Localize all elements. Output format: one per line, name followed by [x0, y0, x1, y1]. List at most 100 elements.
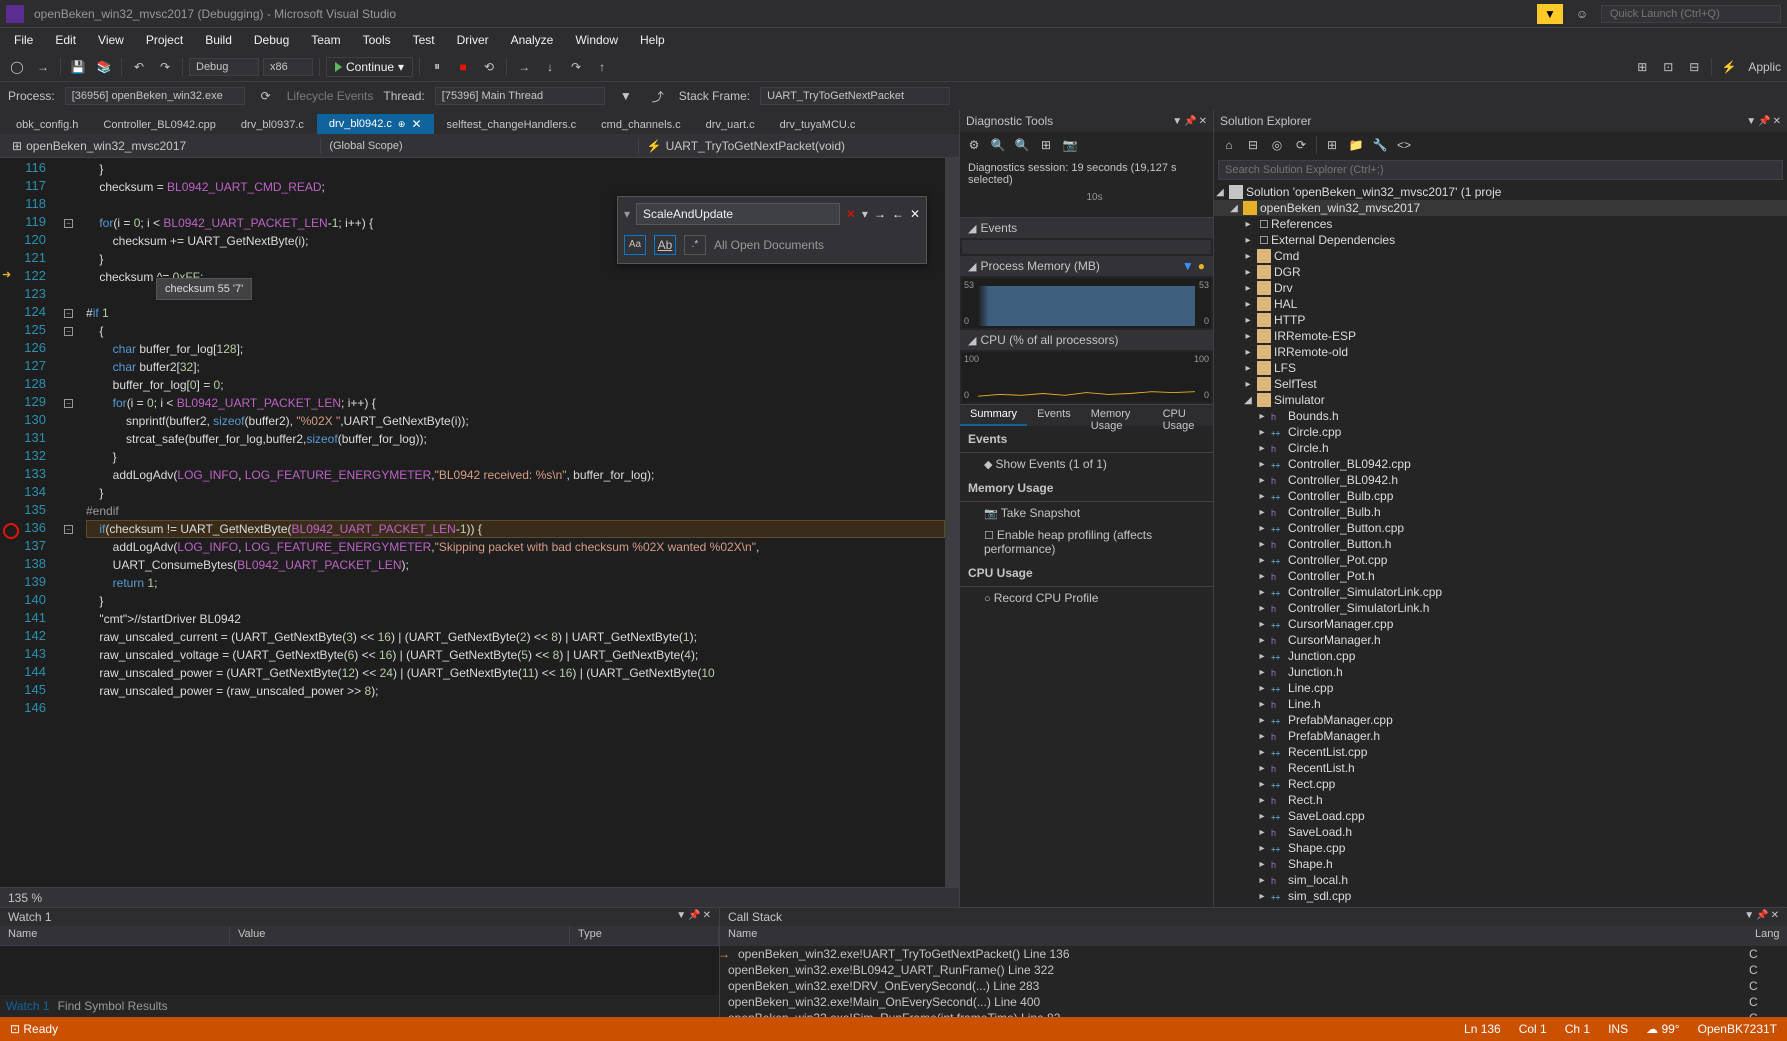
show-all-icon[interactable]: 📁 — [1345, 134, 1367, 156]
tree-item[interactable]: ▸Circle.cpp — [1214, 424, 1787, 440]
stop-icon[interactable]: ■ — [452, 56, 474, 78]
heap-profiling-check[interactable]: ☐ Enable heap profiling (affects perform… — [960, 524, 1213, 560]
callstack-row[interactable]: openBeken_win32.exe!DRV_OnEverySecond(..… — [720, 978, 1787, 994]
nav-back-icon[interactable]: ◯ — [6, 56, 28, 78]
case-option[interactable]: Aa — [624, 235, 646, 255]
tool-icon[interactable]: ⊞ — [1631, 56, 1653, 78]
tree-item[interactable]: ▸Controller_Bulb.cpp — [1214, 488, 1787, 504]
nav-icon[interactable]: ▼ — [615, 85, 637, 107]
file-tab[interactable]: drv_bl0937.c — [229, 116, 316, 134]
tree-item[interactable]: ◢Simulator — [1214, 392, 1787, 408]
record-cpu-link[interactable]: ○ Record CPU Profile — [960, 587, 1213, 609]
gear-icon[interactable]: ⚙ — [964, 135, 984, 155]
break-all-icon[interactable]: ⏸ — [426, 56, 448, 78]
find-input[interactable] — [636, 203, 840, 225]
dropdown-icon[interactable]: ▼ — [1746, 116, 1756, 127]
file-tab[interactable]: selftest_changeHandlers.c — [435, 116, 589, 134]
notification-flag-icon[interactable]: ▼ — [1537, 4, 1563, 24]
tree-item[interactable]: ▸External Dependencies — [1214, 232, 1787, 248]
close-icon[interactable]: ✕ — [1199, 116, 1207, 127]
tree-item[interactable]: ▸CursorManager.h — [1214, 632, 1787, 648]
tree-item[interactable]: ▸RecentList.cpp — [1214, 744, 1787, 760]
cs-col-name[interactable]: Name — [720, 926, 1747, 946]
tool-icon[interactable]: ⊡ — [1657, 56, 1679, 78]
refresh-icon[interactable]: ⟳ — [1290, 134, 1312, 156]
file-tab[interactable]: cmd_channels.c — [589, 116, 693, 134]
continue-button[interactable]: Continue ▾ — [326, 57, 413, 77]
tree-item[interactable]: ▸Controller_Button.cpp — [1214, 520, 1787, 536]
pin-icon[interactable]: 📌 — [1758, 116, 1770, 127]
events-header[interactable]: ◢ Events — [960, 218, 1213, 238]
quick-launch-input[interactable] — [1601, 5, 1781, 23]
tree-item[interactable]: ▸Junction.cpp — [1214, 648, 1787, 664]
save-icon[interactable]: 💾 — [67, 56, 89, 78]
word-option[interactable]: Ab — [654, 235, 676, 255]
zoom-out-icon[interactable]: 🔍 — [1012, 135, 1032, 155]
memory-header[interactable]: ◢ Process Memory (MB)▼ ● — [960, 256, 1213, 276]
tree-item[interactable]: ▸HAL — [1214, 296, 1787, 312]
diag-tab[interactable]: Summary — [960, 405, 1027, 426]
feedback-icon[interactable]: ☺ — [1571, 3, 1593, 25]
tree-item[interactable]: ▸Rect.h — [1214, 792, 1787, 808]
tree-item[interactable]: ▸PrefabManager.cpp — [1214, 712, 1787, 728]
file-tab[interactable]: Controller_BL0942.cpp — [91, 116, 228, 134]
menu-project[interactable]: Project — [136, 31, 193, 49]
nav-fwd-icon[interactable]: → — [32, 56, 54, 78]
collapse-icon[interactable]: ⊟ — [1242, 134, 1264, 156]
watch-body[interactable] — [0, 946, 719, 995]
dropdown-icon[interactable]: ▼ — [1172, 116, 1182, 127]
tree-item[interactable]: ▸Controller_Pot.h — [1214, 568, 1787, 584]
view-code-icon[interactable]: <> — [1393, 134, 1415, 156]
diag-tab[interactable]: Memory Usage — [1081, 405, 1153, 426]
tree-item[interactable]: ▸sim_sdl.cpp — [1214, 888, 1787, 904]
tree-item[interactable]: ▸Line.cpp — [1214, 680, 1787, 696]
cpu-header[interactable]: ◢ CPU (% of all processors) — [960, 330, 1213, 350]
step-into-icon[interactable]: ↓ — [539, 56, 561, 78]
tree-item[interactable]: ▸Controller_Pot.cpp — [1214, 552, 1787, 568]
process-combo[interactable]: [36956] openBeken_win32.exe — [65, 87, 245, 105]
tree-item[interactable]: ▸Drv — [1214, 280, 1787, 296]
solution-search-input[interactable] — [1218, 160, 1783, 180]
tree-item[interactable]: ▸sim_local.h — [1214, 872, 1787, 888]
callstack-row[interactable]: openBeken_win32.exe!Main_OnEverySecond(.… — [720, 994, 1787, 1010]
menu-analyze[interactable]: Analyze — [501, 31, 564, 49]
menu-edit[interactable]: Edit — [45, 31, 86, 49]
tree-item[interactable]: ▸CursorManager.cpp — [1214, 616, 1787, 632]
thread-combo[interactable]: [75396] Main Thread — [435, 87, 605, 105]
tree-item[interactable]: ▸Shape.h — [1214, 856, 1787, 872]
regex-option[interactable]: .* — [684, 235, 706, 255]
menu-help[interactable]: Help — [630, 31, 675, 49]
sync-icon[interactable]: ◎ — [1266, 134, 1288, 156]
tree-item[interactable]: ▸SaveLoad.cpp — [1214, 808, 1787, 824]
code-editor[interactable]: 1161171181191201211221231241251261271281… — [0, 158, 959, 887]
tree-item[interactable]: ▸RecentList.h — [1214, 760, 1787, 776]
stack-combo[interactable]: UART_TryToGetNextPacket — [760, 87, 950, 105]
tree-item[interactable]: ▸Cmd — [1214, 248, 1787, 264]
project-scope-combo[interactable]: ⊞openBeken_win32_mvsc2017 — [4, 137, 320, 155]
snapshot-link[interactable]: 📷 Take Snapshot — [960, 502, 1213, 524]
col-value[interactable]: Value — [230, 926, 570, 945]
lightning-icon[interactable]: ⚡ — [1718, 56, 1740, 78]
tree-item[interactable]: ▸Shape.cpp — [1214, 840, 1787, 856]
menu-file[interactable]: File — [4, 31, 43, 49]
tree-item[interactable]: ▸Controller_SimulatorLink.h — [1214, 600, 1787, 616]
pin-icon[interactable]: 📌 — [1184, 116, 1196, 127]
function-scope-combo[interactable]: ⚡UART_TryToGetNextPacket(void) — [639, 137, 955, 155]
file-tab[interactable]: obk_config.h — [4, 116, 90, 134]
tree-item[interactable]: ▸PrefabManager.h — [1214, 728, 1787, 744]
tree-item[interactable]: ▸Rect.cpp — [1214, 776, 1787, 792]
find-prev-icon[interactable]: ← — [892, 205, 904, 223]
solution-tree[interactable]: ◢Solution 'openBeken_win32_mvsc2017' (1 … — [1214, 182, 1787, 907]
tree-item[interactable]: ▸LFS — [1214, 360, 1787, 376]
preview-icon[interactable]: ⊞ — [1321, 134, 1343, 156]
tree-item[interactable]: ▸Controller_SimulatorLink.cpp — [1214, 584, 1787, 600]
save-all-icon[interactable]: 📚 — [93, 56, 115, 78]
tree-item[interactable]: ◢openBeken_win32_mvsc2017 — [1214, 200, 1787, 216]
menu-test[interactable]: Test — [403, 31, 445, 49]
callstack-row[interactable]: openBeken_win32.exe!Sim_RunFrame(int fra… — [720, 1010, 1787, 1017]
zoom-level[interactable]: 135 % — [8, 891, 42, 905]
tool-icon[interactable]: ⊟ — [1683, 56, 1705, 78]
tab-findsymbol[interactable]: Find Symbol Results — [58, 999, 168, 1013]
file-tab[interactable]: drv_uart.c — [694, 116, 767, 134]
tree-item[interactable]: ◢Solution 'openBeken_win32_mvsc2017' (1 … — [1214, 184, 1787, 200]
